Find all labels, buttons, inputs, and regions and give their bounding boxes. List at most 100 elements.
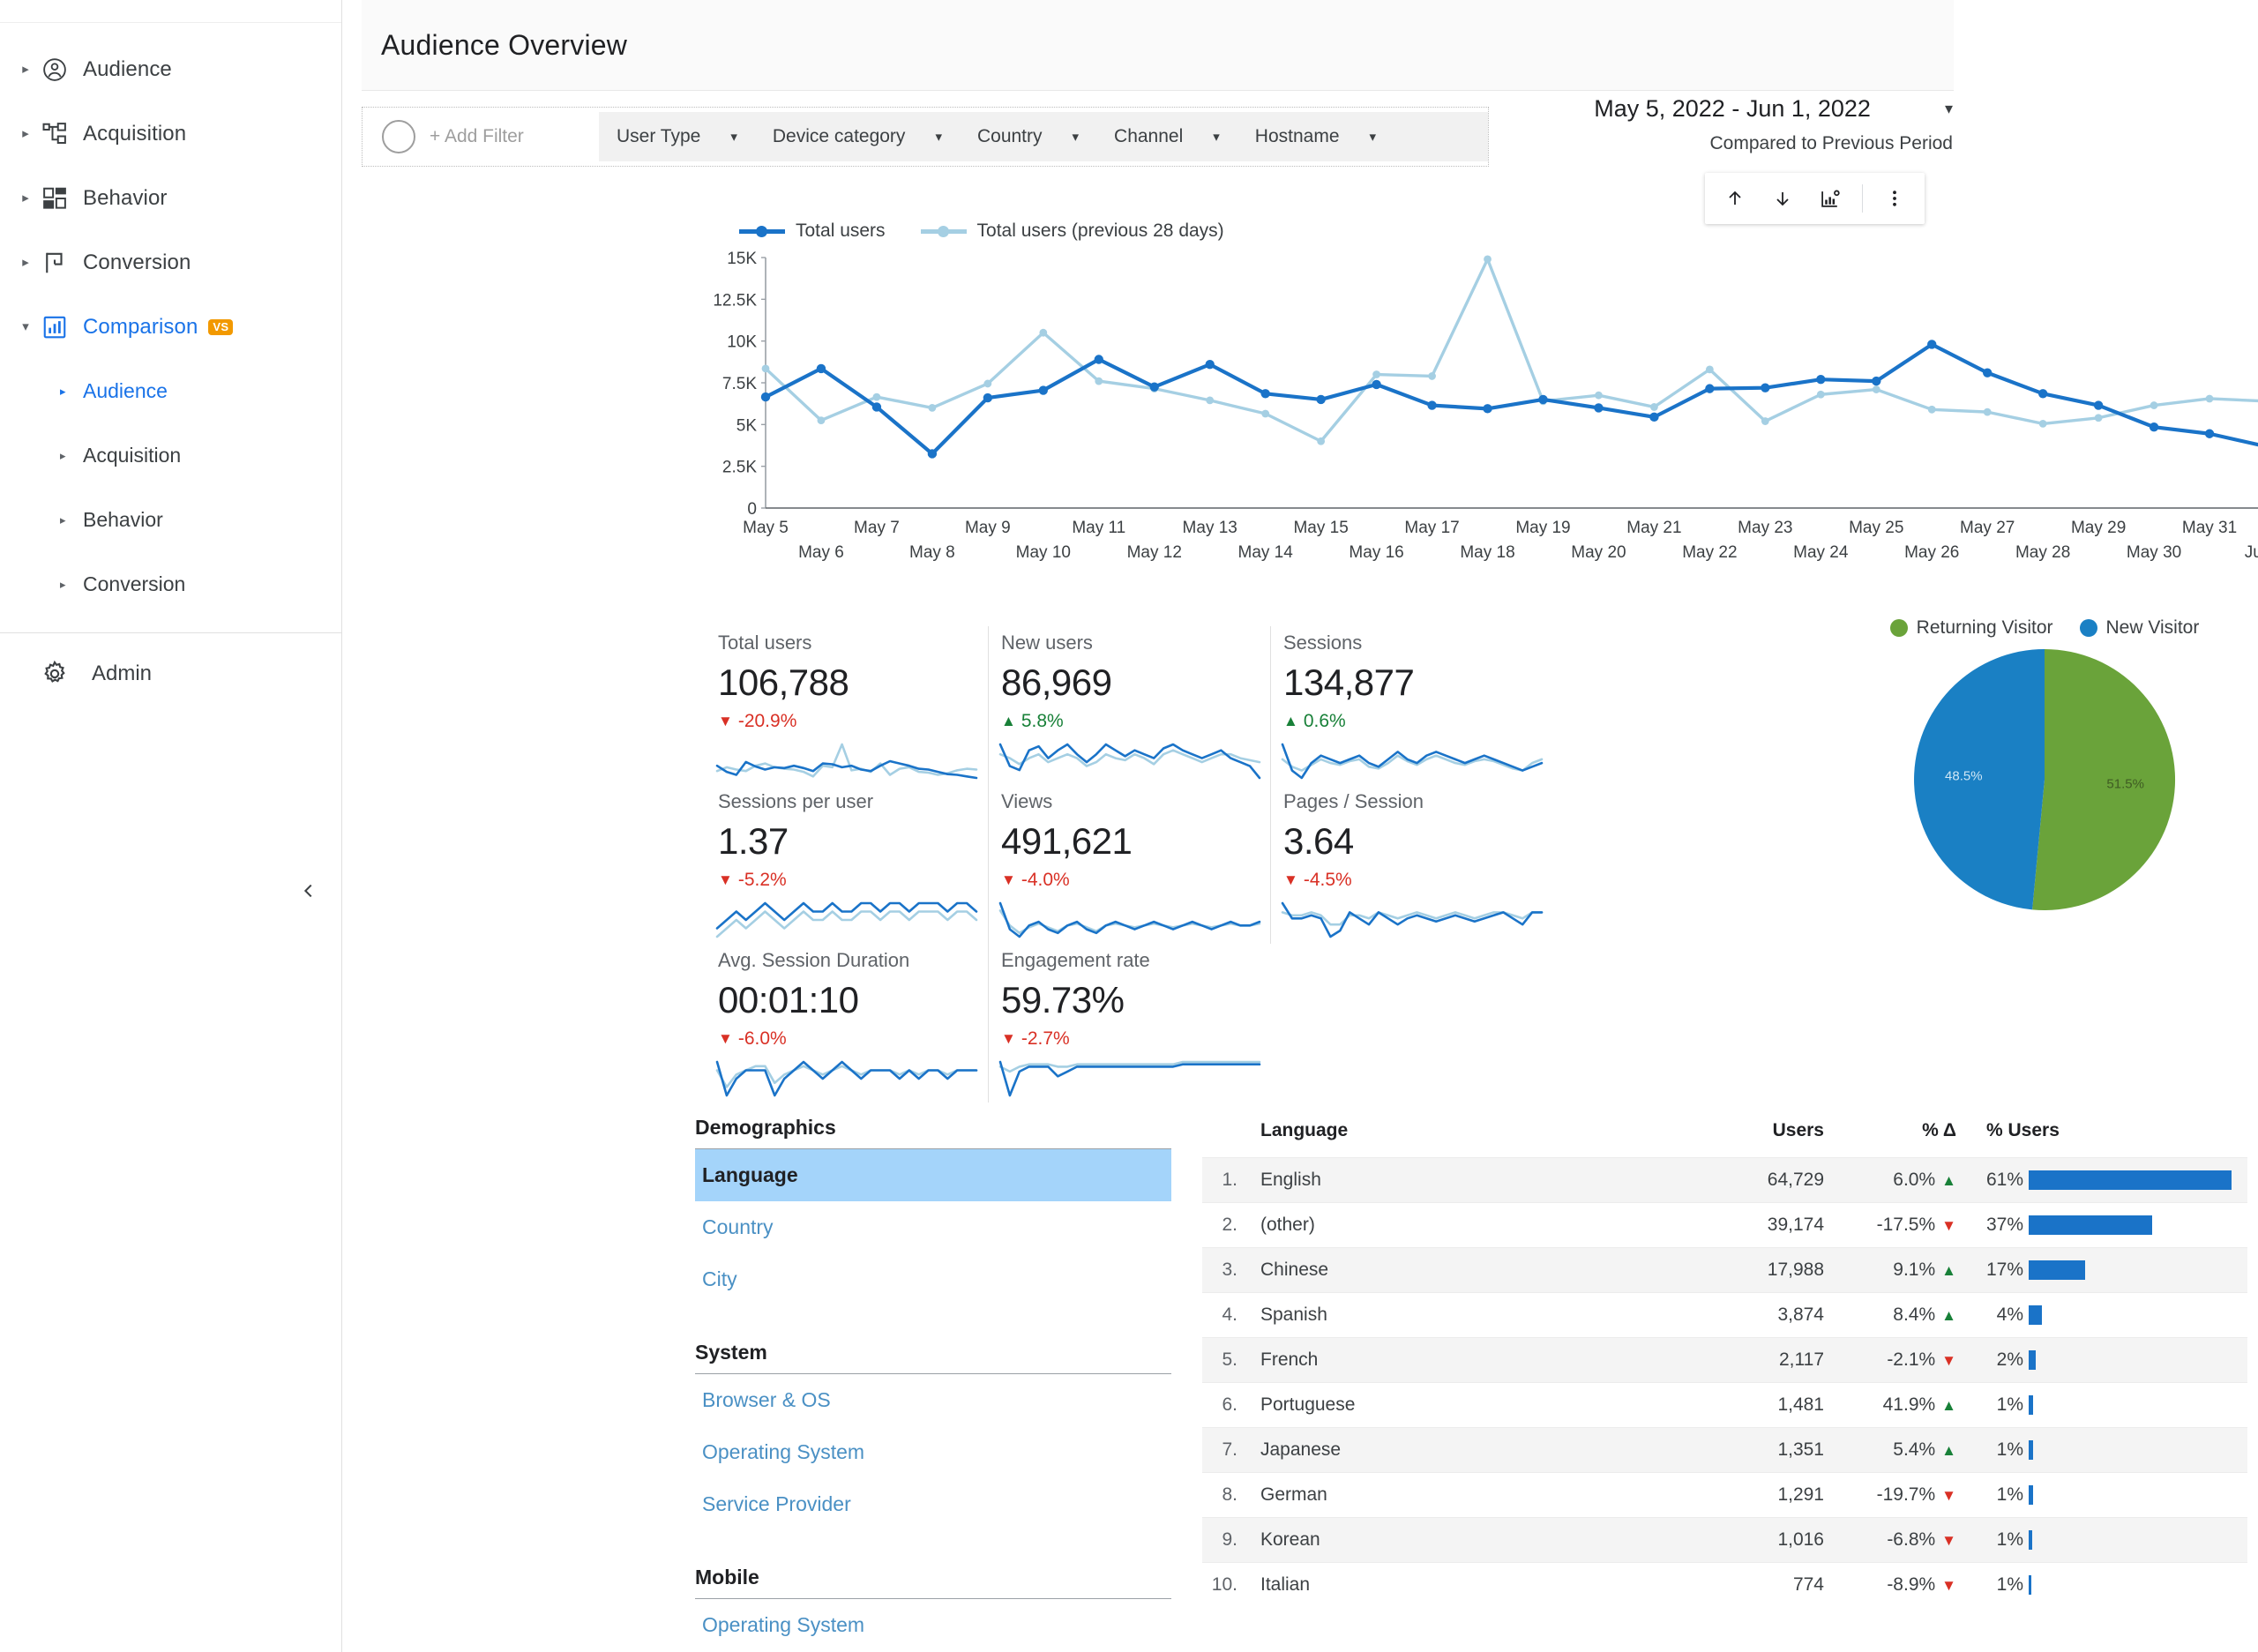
row-delta-value: -19.7%: [1876, 1484, 1936, 1505]
chevron-down-icon: ▾: [1213, 130, 1220, 145]
table-row[interactable]: 7. Japanese 1,351 5.4% ▲ 1%: [1202, 1427, 2247, 1473]
demo-link-country[interactable]: Country: [695, 1201, 1171, 1253]
sidebar-subitem-acquisition[interactable]: ▸ Acquisition: [0, 423, 341, 488]
column-header-users[interactable]: Users: [1701, 1120, 1842, 1158]
sidebar-subitem-behavior[interactable]: ▸ Behavior: [0, 488, 341, 552]
filter-chip-hostname[interactable]: Hostname ▾: [1237, 112, 1394, 161]
demo-link-browser-os[interactable]: Browser & OS: [695, 1374, 1171, 1426]
table-row[interactable]: 3. Chinese 17,988 9.1% ▲ 17%: [1202, 1247, 2247, 1293]
add-filter-button[interactable]: + Add Filter: [363, 120, 599, 153]
table-row[interactable]: 1. English 64,729 6.0% ▲ 61%: [1202, 1157, 2247, 1203]
row-delta-value: 41.9%: [1882, 1394, 1936, 1415]
metric-card-sessions[interactable]: Sessions 134,877 ▲ 0.6%: [1270, 626, 1552, 785]
metric-card-avg-session-duration[interactable]: Avg. Session Duration 00:01:10 ▼ -6.0%: [706, 944, 988, 1103]
demo-link-mobile-operating-system[interactable]: Operating System: [695, 1599, 1171, 1651]
metric-card-engagement-rate[interactable]: Engagement rate 59.73% ▼ -2.7%: [988, 944, 1270, 1103]
metric-card-new-users[interactable]: New users 86,969 ▲ 5.8%: [988, 626, 1270, 785]
metric-delta: ▼ -20.9%: [718, 711, 988, 732]
row-language: Italian: [1246, 1562, 1701, 1607]
filter-chip-device-category[interactable]: Device category ▾: [755, 112, 960, 161]
column-header-pct-users[interactable]: % Users: [1974, 1120, 2247, 1158]
row-delta-value: 5.4%: [1893, 1439, 1936, 1460]
legend-item-total-users-previous[interactable]: Total users (previous 28 days): [920, 221, 1224, 242]
svg-text:May 9: May 9: [965, 519, 1011, 537]
arrow-up-icon: ▲: [1941, 1262, 1956, 1279]
table-row[interactable]: 10. Italian 774 -8.9% ▼ 1%: [1202, 1562, 2247, 1607]
demo-link-service-provider[interactable]: Service Provider: [695, 1478, 1171, 1530]
metric-card-sessions-per-user[interactable]: Sessions per user 1.37 ▼ -5.2%: [706, 785, 988, 944]
arrow-down-icon: ▼: [718, 871, 733, 888]
svg-text:Jun 1: Jun 1: [2245, 543, 2258, 562]
metric-card-views[interactable]: Views 491,621 ▼ -4.0%: [988, 785, 1270, 944]
sidebar-subitem-conversion[interactable]: ▸ Conversion: [0, 552, 341, 617]
demo-link-operating-system[interactable]: Operating System: [695, 1426, 1171, 1478]
sidebar-item-comparison[interactable]: ▾ Comparison VS: [0, 295, 341, 359]
row-delta-value: -6.8%: [1887, 1529, 1936, 1550]
filter-chip-label: Device category: [772, 126, 906, 146]
chart-settings-icon[interactable]: [1814, 183, 1846, 214]
date-range-button[interactable]: May 5, 2022 - Jun 1, 2022 ▾: [1594, 95, 1953, 123]
comparison-period-label: Compared to Previous Period: [1709, 133, 1953, 153]
sidebar-subitem-label: Acquisition: [83, 444, 182, 467]
demo-link-language[interactable]: Language: [695, 1149, 1171, 1201]
row-rank: 3.: [1202, 1247, 1246, 1293]
row-pct-bar: [2029, 1170, 2232, 1190]
demographics-panel: Demographics Language Country City Syste…: [695, 1116, 1171, 1652]
legend-item-returning-visitor[interactable]: Returning Visitor: [1889, 617, 2053, 639]
sidebar-item-behavior[interactable]: ▸ Behavior: [0, 166, 341, 230]
more-vertical-icon[interactable]: [1879, 183, 1910, 214]
sidebar-item-label: Audience: [83, 56, 172, 81]
metric-title: Sessions per user: [718, 790, 874, 812]
row-users: 774: [1701, 1562, 1842, 1607]
arrow-up-icon: ▲: [1283, 713, 1298, 729]
chevron-right-icon: ▸: [22, 191, 29, 206]
row-language: Korean: [1246, 1517, 1701, 1563]
sidebar-item-acquisition[interactable]: ▸ Acquisition: [0, 101, 341, 166]
table-row[interactable]: 8. German 1,291 -19.7% ▼ 1%: [1202, 1472, 2247, 1518]
arrow-up-icon[interactable]: [1719, 183, 1751, 214]
filter-chip-label: User Type: [617, 126, 701, 146]
metric-card-total-users[interactable]: Total users 106,788 ▼ -20.9%: [706, 626, 988, 785]
metric-delta: ▲ 5.8%: [1001, 711, 1270, 732]
legend-item-total-users[interactable]: Total users: [739, 221, 886, 242]
chevron-down-icon: ▾: [22, 319, 29, 334]
row-users: 1,351: [1701, 1427, 1842, 1473]
arrow-down-icon[interactable]: [1767, 183, 1798, 214]
row-delta: -2.1% ▼: [1842, 1337, 1974, 1383]
sidebar-collapse-button[interactable]: [291, 873, 326, 908]
column-header-pct-delta[interactable]: % Δ: [1842, 1120, 1974, 1158]
table-row[interactable]: 4. Spanish 3,874 8.4% ▲ 4%: [1202, 1292, 2247, 1338]
sidebar-subitem-label: Audience: [83, 379, 168, 402]
sidebar-item-conversion[interactable]: ▸ Conversion: [0, 230, 341, 295]
metric-value: 491,621: [1001, 820, 1133, 862]
sidebar-subitem-audience[interactable]: ▸ Audience: [0, 359, 341, 423]
filter-chip-user-type[interactable]: User Type ▾: [599, 112, 755, 161]
sidebar-item-audience[interactable]: ▸ Audience: [0, 37, 341, 101]
sidebar-item-admin[interactable]: Admin: [0, 633, 341, 714]
legend-label: Returning Visitor: [1916, 617, 2053, 638]
svg-text:May 20: May 20: [1571, 543, 1626, 562]
filter-chip-channel[interactable]: Channel ▾: [1096, 112, 1237, 161]
filter-bar: + Add Filter User Type ▾ Device category…: [362, 107, 1489, 167]
column-header-language[interactable]: Language: [1246, 1120, 1701, 1158]
demo-link-city[interactable]: City: [695, 1253, 1171, 1305]
row-language: English: [1246, 1157, 1701, 1203]
table-row[interactable]: 9. Korean 1,016 -6.8% ▼ 1%: [1202, 1517, 2247, 1563]
filter-circle-icon: [382, 120, 415, 153]
svg-text:May 10: May 10: [1016, 543, 1071, 562]
table-row[interactable]: 2. (other) 39,174 -17.5% ▼ 37%: [1202, 1202, 2247, 1248]
row-rank: 7.: [1202, 1427, 1246, 1473]
legend-item-new-visitor[interactable]: New Visitor: [2079, 617, 2199, 639]
row-rank: 10.: [1202, 1562, 1246, 1607]
svg-text:May 16: May 16: [1349, 543, 1403, 562]
row-delta: -8.9% ▼: [1842, 1562, 1974, 1607]
filter-chip-country[interactable]: Country ▾: [960, 112, 1096, 161]
row-pct-bar: [2029, 1350, 2036, 1370]
table-row[interactable]: 6. Portuguese 1,481 41.9% ▲ 1%: [1202, 1382, 2247, 1428]
row-pct-bar: [2029, 1485, 2033, 1505]
chevron-right-icon: ▸: [60, 577, 66, 591]
table-row[interactable]: 5. French 2,117 -2.1% ▼ 2%: [1202, 1337, 2247, 1383]
metric-card-pages-per-session[interactable]: Pages / Session 3.64 ▼ -4.5%: [1270, 785, 1552, 944]
arrow-down-icon: ▼: [1001, 1030, 1016, 1047]
row-users: 64,729: [1701, 1157, 1842, 1203]
